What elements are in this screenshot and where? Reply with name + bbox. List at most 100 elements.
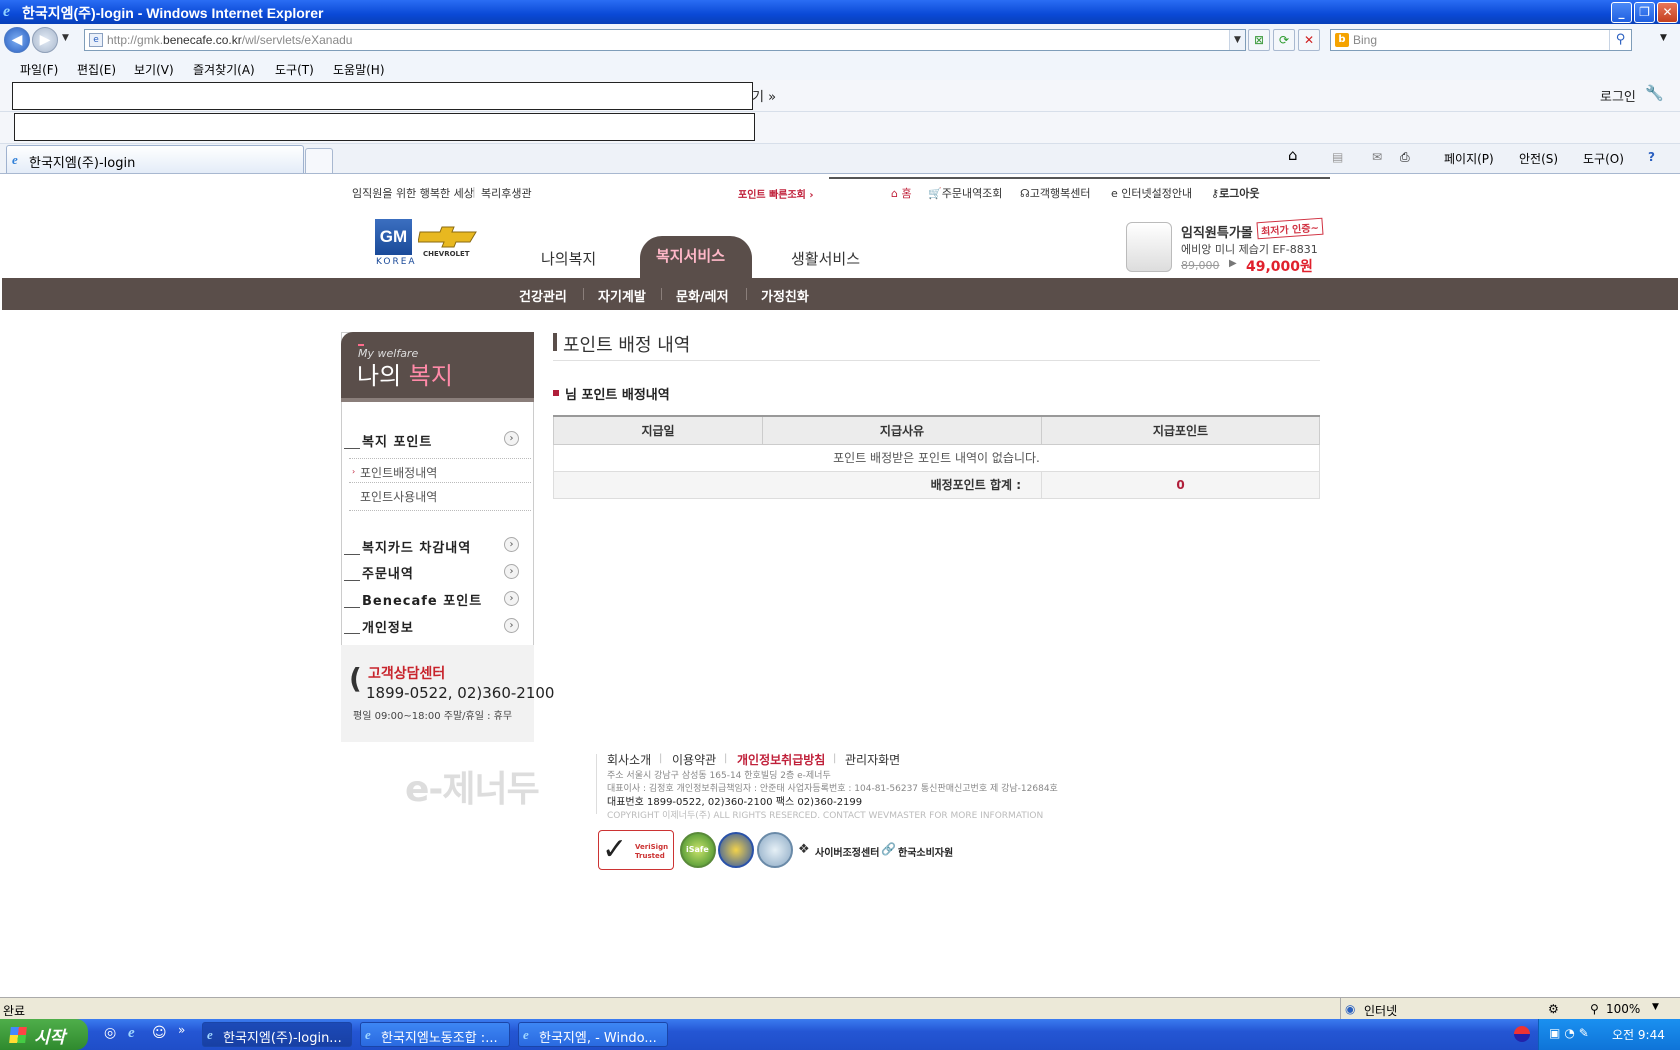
subnav-self-development[interactable]: 자기계발: [598, 286, 646, 305]
search-input[interactable]: Bing: [1353, 33, 1377, 47]
menu-file[interactable]: 파일(F): [20, 61, 58, 78]
footer-link-privacy[interactable]: 개인정보취급방침: [737, 751, 825, 768]
taskbar-item-gmkorea[interactable]: e 한국지엠, - Windo...: [518, 1022, 668, 1047]
search-options-icon[interactable]: ▼: [1660, 33, 1667, 43]
menu-help[interactable]: 도움말(H): [333, 61, 385, 78]
home-icon[interactable]: ⌂: [1288, 146, 1298, 164]
address-bar[interactable]: e http://gmk.benecafe.co.kr/wl/servlets/…: [84, 29, 1246, 51]
task-label: 한국지엠(주)-login...: [223, 1031, 342, 1046]
refresh-icon[interactable]: ⟳: [1273, 29, 1295, 51]
menu-tools[interactable]: 도구(T): [275, 61, 314, 78]
home-link[interactable]: ⌂ 홈: [891, 185, 912, 201]
consumer-agency-label[interactable]: 한국소비자원: [898, 844, 953, 859]
table-total-row: 배정포인트 합계 : 0: [553, 470, 1320, 499]
status-text: 완료: [3, 1004, 26, 1018]
compatibility-icon[interactable]: ⊠: [1248, 29, 1270, 51]
ad-title[interactable]: 임직원특가몰: [1181, 222, 1253, 241]
menu-marker: [344, 633, 360, 634]
menu-edit[interactable]: 편집(E): [77, 61, 116, 78]
chevron-right-icon[interactable]: ›: [504, 537, 519, 552]
page-menu[interactable]: 페이지(P): [1444, 150, 1494, 167]
cyber-mediation-icon: ❖: [798, 842, 810, 857]
menu-marker: [344, 607, 360, 608]
safety-menu[interactable]: 안전(S): [1519, 150, 1558, 167]
url-text: http://gmk.benecafe.co.kr/wl/servlets/eX…: [107, 33, 353, 47]
taskbar-item-login[interactable]: e 한국지엠(주)-login...: [202, 1022, 352, 1047]
quicklaunch-icon[interactable]: ◎: [104, 1025, 116, 1041]
subnav-health[interactable]: 건강관리: [519, 286, 567, 305]
footer-link-company[interactable]: 회사소개: [607, 751, 651, 768]
zoom-level[interactable]: 100%: [1606, 1002, 1640, 1016]
sidebar-item-personal-info[interactable]: 개인정보: [362, 617, 414, 636]
sidebar-item-orders[interactable]: 주문내역: [362, 563, 414, 582]
ad-model[interactable]: 에비앙 미니 제습기 EF-8831: [1181, 241, 1318, 257]
forward-button[interactable]: ▶: [32, 27, 58, 53]
chevron-right-icon[interactable]: ›: [504, 618, 519, 633]
mail-icon[interactable]: ✉: [1372, 150, 1382, 164]
sidebar-item-card-deduction[interactable]: 복지카드 차감내역: [362, 537, 471, 556]
search-icon[interactable]: ⚲: [1609, 30, 1631, 50]
chevron-right-icon[interactable]: ›: [504, 564, 519, 579]
back-button[interactable]: ◀: [4, 27, 30, 53]
ie-quicklaunch-icon[interactable]: e: [128, 1025, 135, 1042]
welfare-hall-link[interactable]: 복리후생관: [481, 185, 532, 201]
wrench-icon[interactable]: 🔧: [1645, 84, 1664, 102]
cyber-mediation-label[interactable]: 사이버조정센터: [815, 844, 879, 859]
tools-menu[interactable]: 도구(O): [1583, 150, 1624, 167]
dehumidifier-image[interactable]: [1126, 222, 1172, 272]
logout-link[interactable]: ⚷로그아웃: [1211, 185, 1260, 201]
arrow-right-icon: ▶: [1229, 258, 1237, 269]
cert-seal-icon[interactable]: [757, 832, 793, 868]
print-icon[interactable]: ⎙: [1400, 150, 1410, 165]
search-box[interactable]: b Bing ⚲: [1330, 29, 1632, 51]
quick-point-link[interactable]: 포인트 빠른조회 ›: [738, 186, 813, 201]
help-icon[interactable]: ?: [1648, 150, 1655, 164]
login-button[interactable]: 로그인: [1600, 86, 1636, 105]
new-tab-button[interactable]: [305, 148, 333, 173]
sidebar-sub-point-allocation[interactable]: 포인트배정내역: [360, 464, 437, 481]
order-history-link[interactable]: 🛒주문내역조회: [928, 185, 1002, 201]
address-dropdown-icon[interactable]: ▼: [1229, 30, 1245, 50]
footer-link-admin[interactable]: 관리자화면: [845, 751, 900, 768]
protected-mode-icon[interactable]: ⚙: [1548, 1002, 1559, 1016]
title-bar[interactable]: e 한국지엠(주)-login - Windows Internet Explo…: [0, 0, 1680, 24]
chevron-right-icon[interactable]: ›: [504, 591, 519, 606]
chevron-right-icon[interactable]: ›: [504, 431, 519, 446]
gm-logo[interactable]: GM: [375, 219, 412, 255]
quicklaunch-more-icon[interactable]: »: [178, 1023, 185, 1037]
tray-icons[interactable]: ▣◔✎: [1549, 1026, 1593, 1040]
main-tab-life-service[interactable]: 생활서비스: [791, 248, 860, 269]
toolbar-more[interactable]: 기 »: [752, 86, 776, 105]
language-icon[interactable]: [1514, 1026, 1530, 1042]
menu-favorites[interactable]: 즐겨찾기(A): [193, 61, 255, 78]
feeds-icon[interactable]: ▤: [1332, 150, 1343, 164]
customer-center-link[interactable]: ☊고객행복센터: [1020, 185, 1091, 201]
footer-link-terms[interactable]: 이용약관: [672, 751, 716, 768]
subnav-family[interactable]: 가정친화: [761, 286, 809, 305]
minimize-button[interactable]: _: [1611, 2, 1632, 23]
menu-view[interactable]: 보기(V): [134, 61, 174, 78]
header-accent: [358, 344, 364, 346]
stop-icon[interactable]: ✕: [1298, 29, 1320, 51]
maximize-button[interactable]: ❐: [1634, 2, 1655, 23]
internet-settings-link[interactable]: e 인터넷설정안내: [1111, 185, 1192, 201]
sidebar-sub-point-usage[interactable]: 포인트사용내역: [360, 488, 437, 505]
subnav-culture-leisure[interactable]: 문화/레저: [676, 286, 729, 305]
messenger-icon[interactable]: ☺: [152, 1025, 167, 1041]
cert-seal-icon[interactable]: [718, 832, 754, 868]
isafe-badge[interactable]: iSafe: [680, 832, 716, 868]
sidebar-item-benecafe-point[interactable]: Benecafe 포인트: [362, 590, 482, 609]
main-tab-my-welfare[interactable]: 나의복지: [541, 248, 596, 269]
blank-toolbar-box: [12, 82, 753, 110]
close-button[interactable]: ✕: [1657, 2, 1678, 23]
verisign-badge[interactable]: ✓ VeriSign Trusted: [598, 830, 674, 870]
taskbar-item-union[interactable]: e 한국지엠노동조합 :...: [360, 1022, 510, 1047]
zoom-dropdown-icon[interactable]: ▼: [1652, 1002, 1659, 1012]
history-dropdown-icon[interactable]: ▼: [62, 33, 69, 43]
bing-icon: b: [1335, 33, 1349, 47]
table-row: 포인트 배정받은 포인트 내역이 없습니다.: [553, 443, 1320, 472]
sidebar-item-welfare-point[interactable]: 복지 포인트: [362, 431, 432, 450]
main-tab-welfare-service[interactable]: 복지서비스: [656, 245, 725, 266]
tab-login[interactable]: e 한국지엠(주)-login: [6, 145, 304, 173]
separator: |: [472, 185, 476, 198]
